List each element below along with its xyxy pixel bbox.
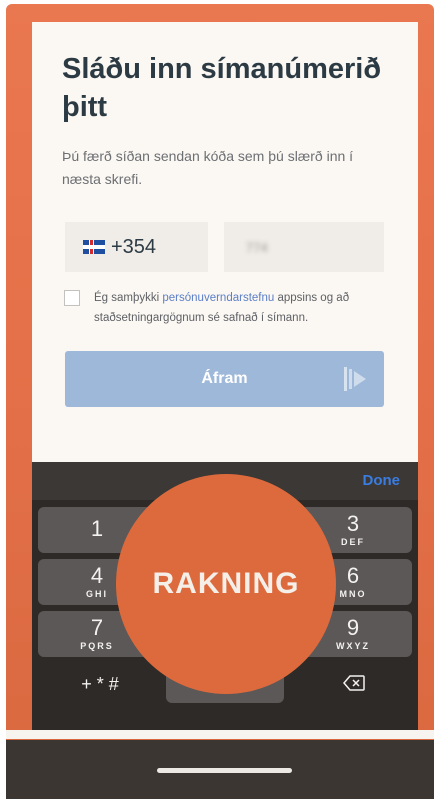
continue-button[interactable]: Áfram bbox=[65, 351, 384, 407]
backspace-icon[interactable] bbox=[343, 675, 365, 691]
home-indicator[interactable] bbox=[157, 768, 292, 773]
privacy-policy-link[interactable]: persónuverndarstefnu bbox=[162, 292, 274, 304]
country-code-selector[interactable]: +354 bbox=[65, 222, 208, 272]
iceland-flag-icon bbox=[83, 240, 105, 254]
continue-button-label: Áfram bbox=[201, 370, 248, 387]
page-subtitle: Þú færð síðan sendan kóða sem þú slærð i… bbox=[62, 148, 354, 187]
consent-text-before: Ég samþykki bbox=[94, 292, 163, 304]
country-code-label: +354 bbox=[111, 235, 157, 258]
consent-row: Ég samþykki persónuverndarstefnu appsins… bbox=[64, 288, 394, 328]
rakning-overlay-badge: RAKNING bbox=[116, 474, 336, 694]
app-screen: Sláðu inn símanúmerið þitt Þú færð síðan… bbox=[32, 22, 418, 462]
rakning-overlay-text: RAKNING bbox=[152, 567, 300, 600]
consent-checkbox[interactable] bbox=[64, 290, 80, 306]
phone-number-input[interactable]: 774 bbox=[224, 222, 384, 272]
phone-number-value: 774 bbox=[246, 239, 268, 255]
divider-line bbox=[6, 730, 434, 739]
page-title: Sláðu inn símanúmerið þitt bbox=[62, 53, 382, 123]
consent-text: Ég samþykki persónuverndarstefnu appsins… bbox=[94, 288, 394, 328]
symbols-key[interactable]: + * # bbox=[70, 674, 130, 695]
done-button[interactable]: Done bbox=[363, 472, 401, 489]
forward-arrow-icon bbox=[344, 367, 366, 391]
